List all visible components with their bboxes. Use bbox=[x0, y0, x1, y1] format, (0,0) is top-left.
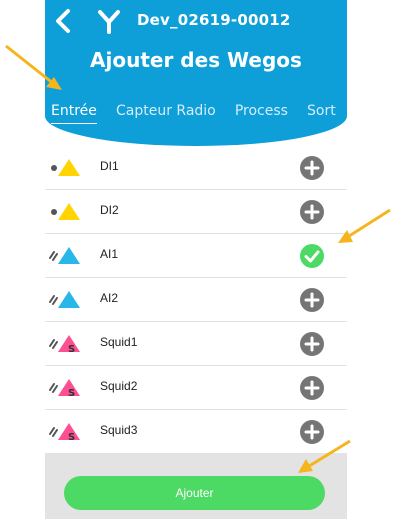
device-id: Dev_02619-00012 bbox=[137, 11, 291, 29]
annotation-arrow-icon bbox=[338, 208, 391, 243]
list-item: DI2 bbox=[45, 190, 347, 234]
list-item: AI2 bbox=[45, 278, 347, 322]
squid-icon: S bbox=[49, 420, 83, 444]
page-title: Ajouter des Wegos bbox=[90, 48, 302, 72]
tab-bar: Entrée Capteur Radio Process Sort bbox=[51, 100, 347, 124]
add-circle-icon[interactable] bbox=[299, 199, 325, 225]
add-circle-icon[interactable] bbox=[299, 155, 325, 181]
digital-input-icon bbox=[49, 156, 83, 180]
tab-process[interactable]: Process bbox=[235, 103, 288, 123]
squid-icon: S bbox=[49, 376, 83, 400]
tab-sortie[interactable]: Sort bbox=[307, 103, 336, 123]
annotation-arrow-icon bbox=[5, 44, 62, 90]
tab-entree[interactable]: Entrée bbox=[51, 103, 97, 124]
list-item-label: DI2 bbox=[100, 203, 119, 217]
svg-text:S: S bbox=[68, 344, 75, 355]
list-item-label: Squid3 bbox=[100, 423, 138, 437]
tab-capteur-radio[interactable]: Capteur Radio bbox=[116, 103, 216, 123]
squid-icon: S bbox=[49, 332, 83, 356]
svg-text:S: S bbox=[68, 388, 75, 399]
brand-logo-icon bbox=[97, 8, 121, 34]
list-item: AI1 bbox=[45, 234, 347, 278]
check-circle-icon[interactable] bbox=[299, 243, 325, 269]
wego-list: DI1 DI2 AI1 AI2 S Squid1 S Squid2 S Squid3 bbox=[45, 146, 347, 454]
back-chevron-icon[interactable] bbox=[53, 8, 73, 34]
add-button[interactable]: Ajouter bbox=[64, 476, 325, 510]
analog-input-icon bbox=[49, 288, 83, 312]
list-item-label: AI2 bbox=[100, 291, 119, 305]
analog-input-icon bbox=[49, 244, 83, 268]
list-item: S Squid1 bbox=[45, 322, 347, 366]
list-item-label: AI1 bbox=[100, 247, 119, 261]
add-circle-icon[interactable] bbox=[299, 375, 325, 401]
list-item: S Squid2 bbox=[45, 366, 347, 410]
digital-input-icon bbox=[49, 200, 83, 224]
list-item-label: DI1 bbox=[100, 159, 119, 173]
list-item-label: Squid2 bbox=[100, 379, 138, 393]
add-circle-icon[interactable] bbox=[299, 287, 325, 313]
add-circle-icon[interactable] bbox=[299, 331, 325, 357]
list-item-label: Squid1 bbox=[100, 335, 138, 349]
header: Dev_02619-00012 Ajouter des Wegos Entrée… bbox=[45, 0, 347, 146]
svg-text:S: S bbox=[68, 432, 75, 443]
annotation-arrow-icon bbox=[298, 439, 351, 473]
list-item: DI1 bbox=[45, 146, 347, 190]
